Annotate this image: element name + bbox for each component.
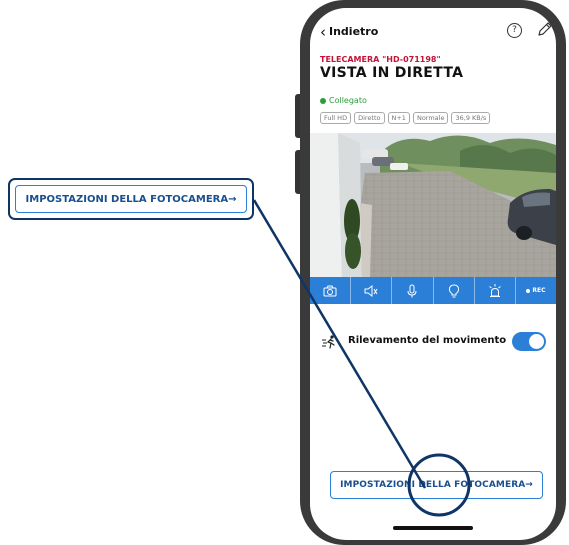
- connection-status: Collegato: [320, 96, 367, 105]
- callout-label: IMPOSTAZIONI DELLA FOTOCAMERA→: [15, 185, 247, 213]
- help-icon[interactable]: ?: [507, 23, 522, 38]
- camera-settings-button[interactable]: IMPOSTAZIONI DELLA FOTOCAMERA→: [330, 471, 543, 499]
- siren-button[interactable]: [475, 277, 516, 304]
- microphone-icon: [407, 284, 417, 297]
- badge-mode: Diretto: [354, 112, 385, 124]
- motion-detection-toggle[interactable]: [512, 332, 546, 351]
- badge-users: N+1: [387, 112, 410, 124]
- phone-screen: ‹ Indietro ? TELECAMERA "HD-071198" VIST…: [310, 8, 556, 540]
- back-button[interactable]: ‹ Indietro: [320, 22, 379, 41]
- running-person-icon: [322, 335, 335, 349]
- toggle-knob: [529, 334, 544, 349]
- page-title: VISTA IN DIRETTA: [320, 65, 464, 81]
- live-video-feed[interactable]: [310, 133, 556, 277]
- status-dot-icon: [320, 97, 326, 104]
- badge-bitrate: 36,9 KB/s: [451, 112, 491, 124]
- badge-resolution: Full HD: [320, 112, 352, 124]
- siren-icon: [488, 283, 501, 297]
- status-label: Collegato: [329, 96, 367, 105]
- audio-button[interactable]: [351, 277, 393, 304]
- talk-button[interactable]: [392, 277, 434, 304]
- light-bulb-icon: [448, 283, 459, 297]
- record-dot-icon: [526, 288, 531, 293]
- callout-box: IMPOSTAZIONI DELLA FOTOCAMERA→: [8, 178, 254, 220]
- camera-icon: [323, 285, 337, 296]
- pencil-icon[interactable]: [536, 20, 554, 38]
- camera-id-label: TELECAMERA "HD-071198": [320, 55, 441, 64]
- record-label: REC: [532, 287, 546, 294]
- badge-quality: Normale: [412, 112, 449, 124]
- snapshot-button[interactable]: [310, 277, 352, 304]
- home-indicator: [393, 526, 473, 530]
- record-button[interactable]: REC: [516, 277, 556, 304]
- back-label: Indietro: [329, 25, 379, 38]
- speaker-icon: [364, 284, 378, 297]
- light-button[interactable]: [434, 277, 475, 304]
- chevron-left-icon: ‹: [320, 22, 326, 41]
- stream-info-badges: Full HD Diretto N+1 Normale 36,9 KB/s: [320, 112, 491, 124]
- motion-detection-label: Rilevamento del movimento: [348, 335, 507, 346]
- video-controls: REC: [310, 277, 556, 304]
